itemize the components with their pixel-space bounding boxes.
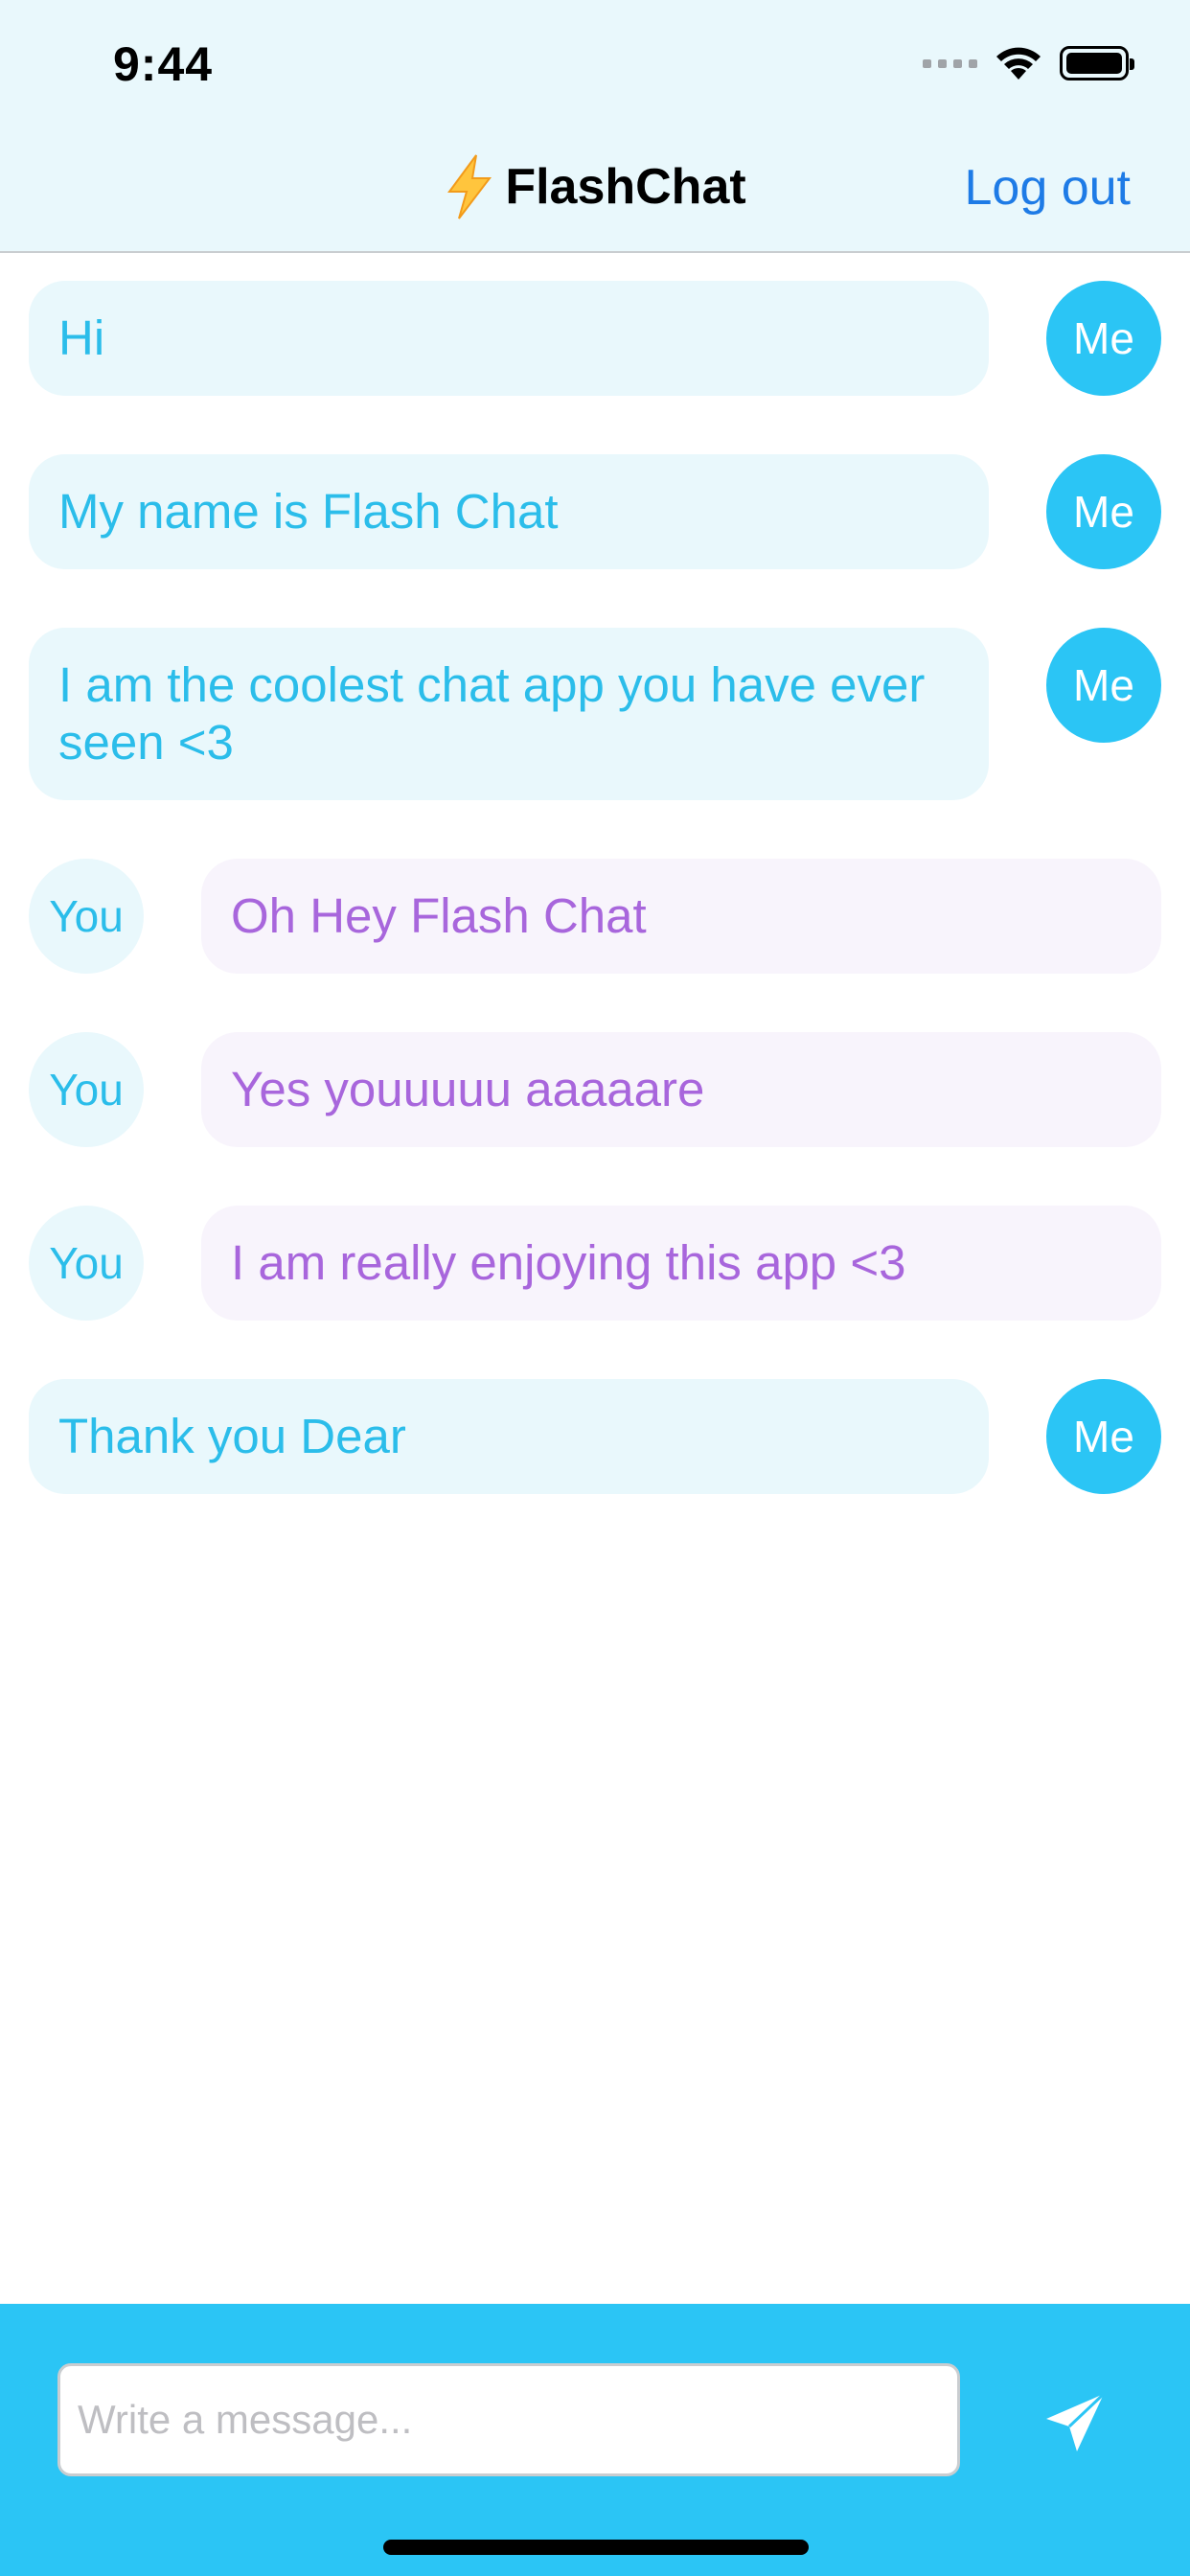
status-time: 9:44 bbox=[113, 37, 214, 91]
avatar: Me bbox=[1046, 628, 1161, 743]
avatar: You bbox=[29, 1032, 144, 1147]
avatar: Me bbox=[1046, 454, 1161, 569]
message-bubble: I am the coolest chat app you have ever … bbox=[29, 628, 989, 800]
message-input[interactable] bbox=[57, 2363, 960, 2476]
avatar: You bbox=[29, 1206, 144, 1321]
message-bubble: Yes youuuuu aaaaare bbox=[201, 1032, 1161, 1147]
message-bubble: My name is Flash Chat bbox=[29, 454, 989, 569]
avatar: You bbox=[29, 859, 144, 974]
message-bubble: I am really enjoying this app <3 bbox=[201, 1206, 1161, 1321]
status-icons bbox=[923, 44, 1134, 82]
composer-bar bbox=[0, 2304, 1190, 2576]
battery-icon bbox=[1060, 46, 1134, 80]
lightning-bolt-icon bbox=[447, 154, 492, 219]
logout-button[interactable]: Log out bbox=[965, 159, 1132, 217]
avatar: Me bbox=[1046, 281, 1161, 396]
paper-plane-icon[interactable] bbox=[1042, 2390, 1108, 2455]
home-indicator bbox=[383, 2540, 809, 2555]
message-bubble: Oh Hey Flash Chat bbox=[201, 859, 1161, 974]
avatar: Me bbox=[1046, 1379, 1161, 1494]
top-bar: 9:44 FlashChat Log out bbox=[0, 0, 1190, 253]
message-bubble: Thank you Dear bbox=[29, 1379, 989, 1494]
wifi-icon bbox=[996, 47, 1041, 80]
app-title: FlashChat bbox=[505, 159, 746, 215]
signal-icon bbox=[923, 44, 977, 82]
chat-screen: 9:44 FlashChat Log out Hi Me My name is … bbox=[0, 0, 1190, 2576]
message-bubble: Hi bbox=[29, 281, 989, 396]
